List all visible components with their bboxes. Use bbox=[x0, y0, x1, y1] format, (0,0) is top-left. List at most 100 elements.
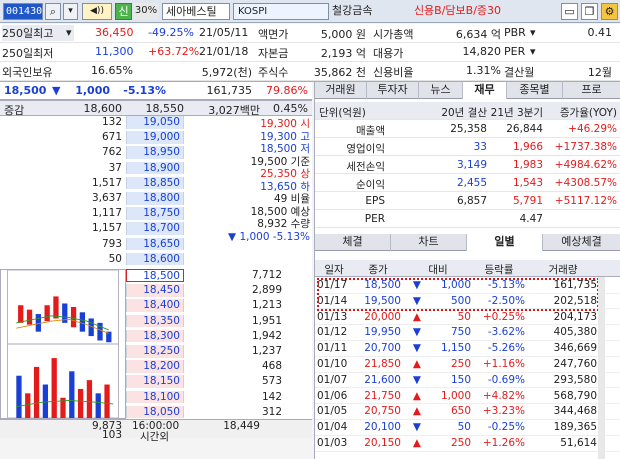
tab[interactable]: 투자자 bbox=[367, 82, 419, 99]
settings-icon[interactable]: ⚙ bbox=[601, 3, 618, 20]
stat-value: 18,500 예상 bbox=[250, 205, 310, 218]
volume-bar bbox=[33, 366, 40, 418]
price-stats: 19,300 시 19,300 고 18,500 저 19,500 기준 25,350 … bbox=[186, 116, 312, 268]
label: 자본금 bbox=[258, 47, 289, 60]
speaker-icon[interactable]: ◀)) bbox=[82, 3, 112, 20]
daily-row[interactable]: 01/06 21,750 ▲ 1,000 +4.82% 568,790 bbox=[315, 389, 620, 405]
credit-info: 신용B/담보B/증30 bbox=[413, 4, 502, 17]
daily-row[interactable]: 01/11 20,700 ▼ 1,150 -5.26% 346,669 bbox=[315, 341, 620, 357]
daily-row[interactable]: 01/17 18,500 ▼ 1,000 -5.13% 161,735 bbox=[315, 278, 620, 294]
volume: 51,614 bbox=[560, 437, 597, 449]
date: 01/10 bbox=[317, 358, 348, 370]
dropdown-icon[interactable]: ▾ bbox=[530, 45, 536, 58]
rate: -0.25% bbox=[487, 421, 525, 434]
stat-value: 19,500 기준 bbox=[250, 155, 310, 168]
tab[interactable]: 예상체결 bbox=[543, 234, 620, 251]
label: 매출액 bbox=[356, 125, 385, 137]
bid-quantity: 1,237 bbox=[251, 345, 282, 357]
bid-price[interactable]: 18,350 bbox=[126, 314, 184, 328]
change: 1,000 bbox=[440, 279, 471, 291]
col-volume: 거래량 bbox=[548, 264, 578, 276]
scrollbar[interactable] bbox=[598, 277, 605, 459]
date: 01/14 bbox=[317, 294, 348, 307]
close-price: 21,750 bbox=[364, 389, 401, 402]
value: 26,844 bbox=[506, 123, 543, 135]
ask-price[interactable]: 18,900 bbox=[126, 161, 184, 175]
search-icon[interactable]: ⌕ bbox=[45, 3, 61, 20]
ask-price[interactable]: 18,600 bbox=[126, 252, 184, 266]
tab[interactable]: 뉴스 bbox=[419, 82, 463, 99]
bid-price[interactable]: 18,150 bbox=[126, 375, 184, 388]
volume: 189,365 bbox=[553, 421, 597, 434]
volume-bar bbox=[77, 388, 84, 418]
tab[interactable]: 일별 bbox=[467, 234, 543, 251]
daily-row[interactable]: 01/12 19,950 ▼ 750 -3.62% 405,380 bbox=[315, 325, 620, 341]
label: EPS bbox=[365, 195, 385, 207]
copy-icon[interactable]: ❐ bbox=[581, 3, 598, 20]
daily-row[interactable]: 01/14 19,500 ▼ 500 -2.50% 202,518 bbox=[315, 294, 620, 310]
label: 시간외 bbox=[140, 431, 169, 443]
volume: 405,380 bbox=[553, 326, 597, 339]
ask-quantity: 762 bbox=[0, 146, 122, 159]
dropdown-icon[interactable]: ▾ bbox=[66, 26, 72, 39]
bid-price[interactable]: 18,100 bbox=[126, 390, 184, 404]
tab[interactable]: 차트 bbox=[391, 234, 467, 251]
ask-price[interactable]: 18,750 bbox=[126, 207, 184, 220]
daily-row[interactable]: 01/04 20,100 ▼ 50 -0.25% 189,365 bbox=[315, 420, 620, 436]
tab[interactable]: 종목별 bbox=[507, 82, 563, 99]
bid-price[interactable]: 18,400 bbox=[126, 299, 184, 312]
daily-row[interactable]: 01/10 21,850 ▲ 250 +1.16% 247,760 bbox=[315, 357, 620, 373]
tab[interactable]: 프로 bbox=[563, 82, 620, 99]
volume-bar bbox=[51, 358, 57, 418]
label: 주식수 bbox=[258, 66, 289, 79]
label: 외국인보유 bbox=[2, 66, 53, 79]
ask-price[interactable]: 18,650 bbox=[126, 237, 184, 251]
dropdown-icon[interactable]: ▾ bbox=[530, 26, 536, 39]
volume-bar bbox=[95, 393, 101, 418]
down-arrow-icon: ▼ bbox=[412, 373, 421, 386]
volume-bar bbox=[104, 384, 110, 418]
window-icon[interactable]: ▭ bbox=[561, 3, 578, 20]
stock-code-input[interactable]: 001430 bbox=[3, 3, 43, 20]
bid-quantity: 2,899 bbox=[251, 284, 282, 297]
value: 5,000 원 bbox=[320, 28, 366, 41]
ask-price[interactable]: 18,700 bbox=[126, 222, 184, 235]
change: 1,150 bbox=[440, 342, 471, 355]
daily-row[interactable]: 01/03 20,150 ▲ 250 +1.26% 51,614 bbox=[315, 436, 620, 452]
ask-price[interactable]: 19,000 bbox=[126, 131, 184, 144]
value: 18,550 bbox=[145, 102, 185, 115]
value: 1,543 bbox=[512, 177, 543, 189]
col-change: 대비 bbox=[428, 264, 448, 276]
date: 01/03 bbox=[317, 437, 348, 449]
value: 18,600 bbox=[83, 102, 123, 115]
bid-quantity: 1,213 bbox=[251, 299, 282, 312]
order-book-header: 증감 18,600 18,550 3,027백만 0.45% bbox=[0, 101, 312, 117]
bid-price[interactable]: 18,050 bbox=[126, 405, 184, 419]
dropdown-icon[interactable]: ▾ bbox=[63, 3, 78, 20]
bid-price[interactable]: 18,300 bbox=[126, 329, 184, 343]
ask-price[interactable]: 18,850 bbox=[126, 176, 184, 190]
daily-row[interactable]: 01/07 21,600 ▼ 150 -0.69% 293,580 bbox=[315, 373, 620, 389]
daily-row[interactable]: 01/05 20,750 ▲ 650 +3.23% 344,468 bbox=[315, 404, 620, 420]
label: 시가총액 bbox=[373, 28, 414, 41]
value: 4.47 bbox=[519, 213, 543, 225]
volume: 346,669 bbox=[553, 342, 597, 355]
bid-price[interactable]: 18,450 bbox=[126, 284, 184, 297]
tab[interactable]: 거래원 bbox=[315, 82, 367, 99]
daily-header: 일자 종가 대비 등락률 거래량 bbox=[315, 260, 620, 277]
bid-price[interactable]: 18,250 bbox=[126, 345, 184, 358]
value: 1.31% bbox=[466, 64, 501, 77]
down-arrow-icon: ▼ bbox=[412, 326, 421, 339]
tab[interactable]: 체결 bbox=[315, 234, 391, 251]
stat-value: ▼ 1,000 -5.13% bbox=[228, 230, 310, 243]
ask-price[interactable]: 18,950 bbox=[126, 146, 184, 159]
tab[interactable]: 재무 bbox=[463, 82, 507, 99]
ask-price[interactable]: 18,800 bbox=[126, 192, 184, 205]
daily-row[interactable]: 01/13 20,000 ▲ 50 +0.25% 204,173 bbox=[315, 310, 620, 326]
bid-price[interactable]: 18,200 bbox=[126, 360, 184, 373]
bid-price[interactable]: 18,500 bbox=[126, 269, 184, 282]
bid-quantity: 468 bbox=[261, 360, 282, 373]
value: +1737.38% bbox=[554, 141, 617, 153]
ask-price[interactable]: 19,050 bbox=[126, 116, 184, 129]
value: 5,972(천) bbox=[201, 66, 252, 79]
